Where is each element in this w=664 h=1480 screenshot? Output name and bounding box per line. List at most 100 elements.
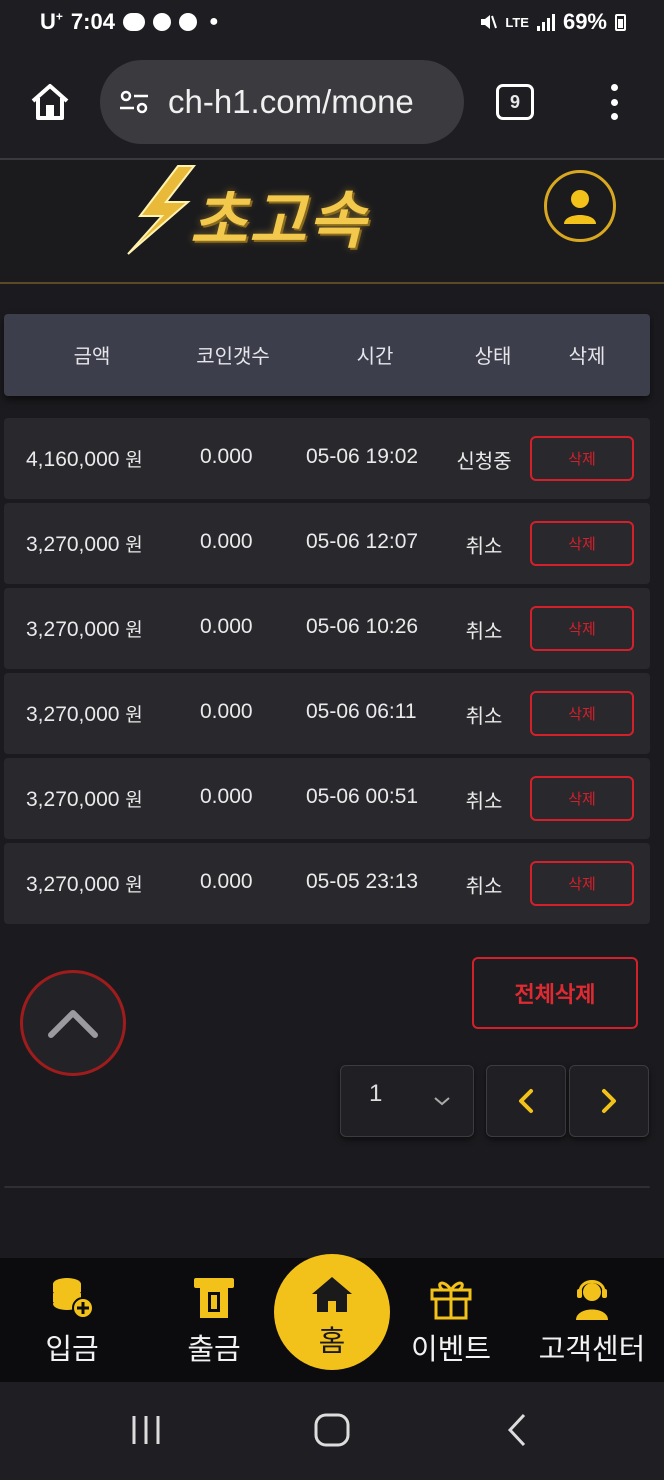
more-notifications-icon: ● (208, 13, 219, 30)
page-select-value: 1 (369, 1080, 383, 1107)
row-amount: 3,270,000 원 (26, 533, 143, 556)
mute-icon (479, 13, 498, 31)
facebook-notification-icon (178, 13, 197, 31)
panel-divider (4, 1186, 650, 1188)
row-status: 취소 (465, 874, 503, 898)
header-coin-count: 코인갯수 (196, 344, 270, 368)
row-coins: 0.000 (200, 700, 253, 723)
nav-event[interactable]: 이벤트 (404, 1258, 498, 1382)
nav-deposit-label: 입금 (45, 1332, 99, 1366)
signal-icon (536, 13, 555, 31)
row-status: 취소 (465, 619, 503, 643)
row-coins: 0.000 (200, 785, 253, 808)
row-delete-button[interactable]: 삭제 (530, 606, 634, 651)
chevron-right-icon (602, 1089, 616, 1113)
row-amount: 3,270,000 원 (26, 703, 143, 726)
row-time: 05-06 12:07 (306, 530, 419, 553)
row-amount: 3,270,000 원 (26, 788, 143, 811)
row-status: 취소 (465, 789, 503, 813)
row-coins: 0.000 (200, 445, 253, 468)
row-delete-button[interactable]: 삭제 (530, 521, 634, 566)
table-row: 3,270,000 원 0.000 05-05 23:13 취소 삭제 (4, 843, 650, 924)
status-bar: U+ 7:04 ● LTE 69% (0, 0, 664, 44)
recent-apps-icon[interactable] (128, 1412, 164, 1448)
prev-page-button[interactable] (486, 1065, 566, 1137)
browser-home-button[interactable] (28, 82, 72, 122)
messenger-notification-icon (152, 13, 171, 31)
header-time: 시간 (356, 344, 394, 368)
bottom-nav: 입금 출금 홈 이벤트 고객센터 (0, 1254, 664, 1382)
row-status: 취소 (465, 534, 503, 558)
page-select[interactable]: 1 (340, 1065, 474, 1137)
row-delete-button[interactable]: 삭제 (530, 436, 634, 481)
android-nav-bar (0, 1382, 664, 1480)
status-left: U+ 7:04 ● (40, 9, 219, 35)
table-row: 3,270,000 원 0.000 05-06 00:51 취소 삭제 (4, 758, 650, 839)
row-time: 05-06 06:11 (306, 700, 417, 723)
coins-icon (53, 1278, 94, 1319)
row-status: 취소 (465, 704, 503, 728)
nav-withdraw[interactable]: 출금 (172, 1258, 256, 1382)
row-amount: 4,160,000 원 (26, 448, 143, 471)
chat-notification-icon (122, 13, 145, 31)
nav-home-label: 홈 (318, 1324, 346, 1358)
row-amount: 3,270,000 원 (26, 618, 143, 641)
nav-support-label: 고객센터 (538, 1332, 646, 1366)
battery-percent: 69% (562, 9, 607, 34)
scroll-to-top-button[interactable] (20, 970, 126, 1076)
status-right: LTE 69% (479, 9, 626, 35)
table-row: 3,270,000 원 0.000 05-06 12:07 취소 삭제 (4, 503, 650, 584)
table-row: 3,270,000 원 0.000 05-06 10:26 취소 삭제 (4, 588, 650, 669)
row-delete-button[interactable]: 삭제 (530, 691, 634, 736)
row-time: 05-06 10:26 (306, 615, 419, 638)
headset-agent-icon (576, 1280, 608, 1320)
row-delete-button[interactable]: 삭제 (530, 861, 634, 906)
address-bar[interactable]: ch-h1.com/mone (100, 60, 464, 144)
chevron-down-icon (434, 1097, 450, 1106)
clock: 7:04 (70, 9, 115, 34)
row-coins: 0.000 (200, 530, 253, 553)
carrier-label: U+ (40, 9, 63, 34)
table-header: 금액 코인갯수 시간 상태 삭제 (4, 314, 650, 396)
row-status: 신청중 (456, 449, 512, 473)
home-icon (312, 1277, 352, 1312)
table-row: 4,160,000 원 0.000 05-06 19:02 신청중 삭제 (4, 418, 650, 499)
row-coins: 0.000 (200, 615, 253, 638)
chevron-left-icon (519, 1089, 533, 1113)
row-coins: 0.000 (200, 870, 253, 893)
nav-support[interactable]: 고객센터 (532, 1258, 652, 1382)
gift-icon (430, 1281, 472, 1320)
header-amount: 금액 (73, 344, 111, 368)
row-time: 05-06 00:51 (306, 785, 419, 808)
site-settings-icon[interactable] (118, 87, 150, 117)
delete-all-button[interactable]: 전체삭제 (472, 957, 638, 1029)
row-time: 05-05 23:13 (306, 870, 419, 893)
lte-icon: LTE (505, 14, 529, 30)
nav-deposit[interactable]: 입금 (30, 1258, 114, 1382)
site-header: 초고속 (0, 160, 664, 284)
atm-icon (194, 1278, 234, 1318)
table-row: 3,270,000 원 0.000 05-06 06:11 취소 삭제 (4, 673, 650, 754)
more-vert-icon[interactable] (604, 82, 624, 122)
logo-text: 초고속 (190, 184, 368, 257)
nav-event-label: 이벤트 (410, 1332, 492, 1366)
battery-icon (615, 13, 626, 31)
row-delete-button[interactable]: 삭제 (530, 776, 634, 821)
nav-withdraw-label: 출금 (187, 1332, 241, 1366)
tab-switcher-button[interactable]: 9 (496, 84, 534, 120)
back-icon[interactable] (504, 1412, 532, 1448)
url-text: ch-h1.com/mone (168, 83, 414, 120)
header-status: 상태 (474, 344, 512, 368)
header-delete: 삭제 (568, 344, 606, 368)
home-button-icon[interactable] (313, 1412, 351, 1448)
home-icon (31, 84, 69, 120)
next-page-button[interactable] (569, 1065, 649, 1137)
user-icon (564, 190, 596, 224)
user-account-button[interactable] (544, 170, 616, 242)
nav-home[interactable]: 홈 (274, 1254, 390, 1370)
chevron-up-icon (48, 1010, 98, 1038)
withdrawal-list: 4,160,000 원 0.000 05-06 19:02 신청중 삭제 3,2… (4, 418, 650, 928)
row-time: 05-06 19:02 (306, 445, 419, 468)
row-amount: 3,270,000 원 (26, 873, 143, 896)
site-logo[interactable]: 초고속 (118, 164, 478, 257)
